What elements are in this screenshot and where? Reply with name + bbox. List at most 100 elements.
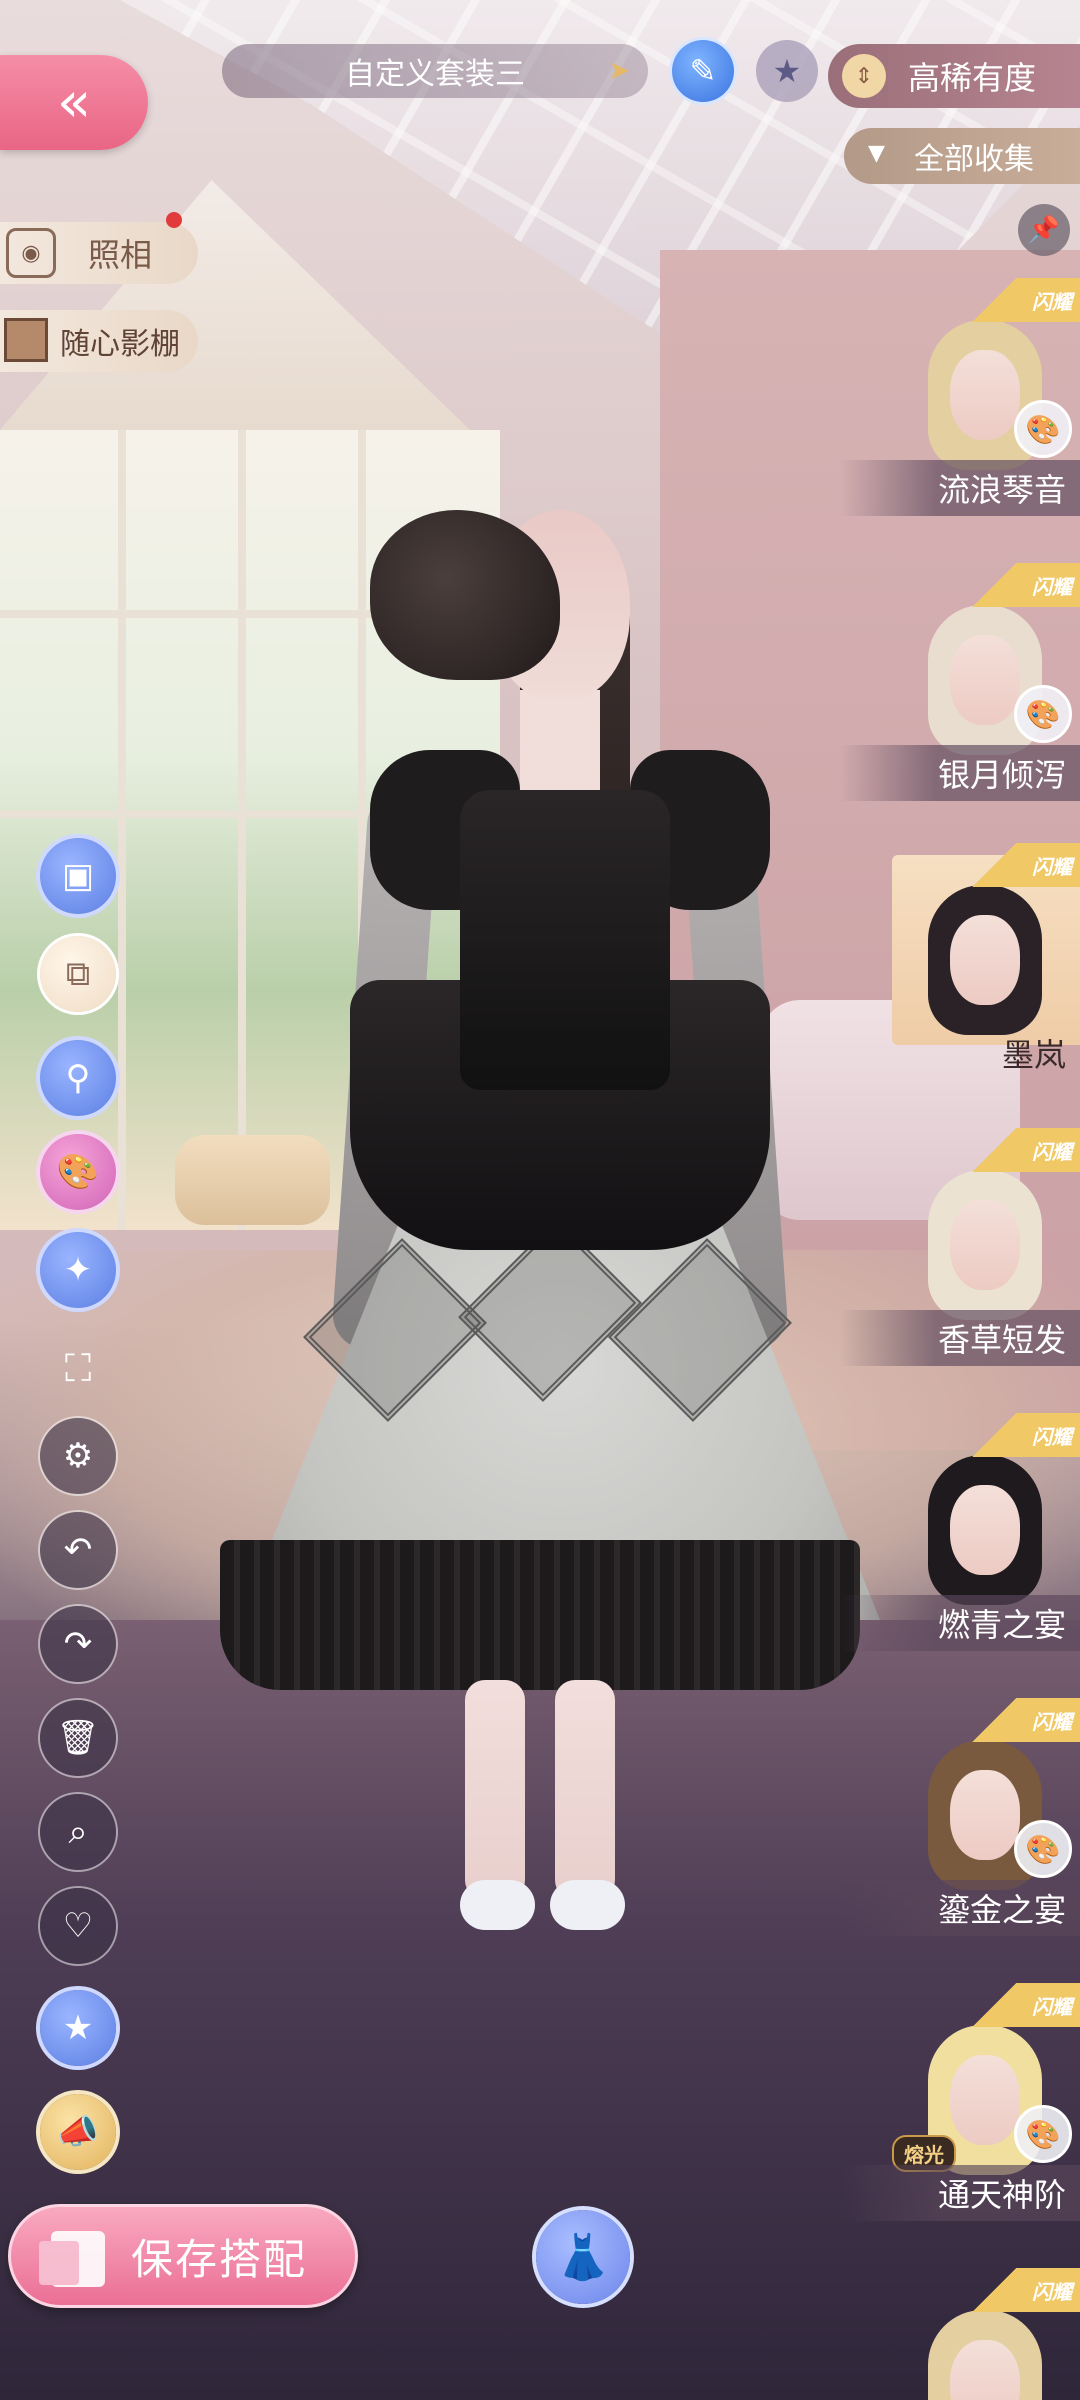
effect-tool-button[interactable]: ✦ bbox=[40, 1232, 116, 1308]
trash-icon: 🗑 bbox=[56, 1718, 100, 1758]
collection-filter-button[interactable]: ▼ 全部收集 bbox=[844, 128, 1080, 184]
hair-item-name: 鎏金之宴 bbox=[840, 1880, 1080, 1936]
outfit-name: 自定义套装三 bbox=[345, 57, 525, 92]
studio-button[interactable]: 随心影棚 bbox=[0, 310, 198, 372]
search-button[interactable]: ⌕ bbox=[40, 1794, 116, 1870]
undo-button[interactable]: ↶ bbox=[40, 1512, 116, 1588]
double-chevron-left-icon: « bbox=[56, 70, 92, 135]
fullscreen-button[interactable]: ⛶ bbox=[40, 1330, 116, 1406]
pin-button[interactable]: 📌 bbox=[1018, 204, 1070, 256]
hair-thumbnail-face bbox=[950, 1770, 1020, 1860]
star-badge-icon: ★ bbox=[62, 2008, 94, 2048]
palette-icon: 🎨 bbox=[1025, 2117, 1061, 2151]
left-slipper bbox=[460, 1880, 535, 1930]
hair-thumbnail-face bbox=[950, 1200, 1020, 1290]
dye-palette-button[interactable]: 🎨 bbox=[1014, 400, 1072, 458]
hair-item[interactable]: 闪耀墨岚 bbox=[840, 843, 1080, 1085]
hair-item[interactable]: 闪耀 🎨 流浪琴音 bbox=[840, 278, 1080, 520]
like-button[interactable]: ♡ bbox=[40, 1888, 116, 1964]
character-neck bbox=[520, 690, 600, 800]
delete-button[interactable]: 🗑 bbox=[40, 1700, 116, 1776]
shine-badge: 闪耀 bbox=[970, 278, 1080, 322]
dye-palette-button[interactable]: 🎨 bbox=[1014, 1820, 1072, 1878]
dye-tool-button[interactable]: 🎨 bbox=[40, 1134, 116, 1210]
redo-icon: ↷ bbox=[63, 1624, 93, 1664]
shine-badge: 闪耀 bbox=[970, 1698, 1080, 1742]
undo-icon: ↶ bbox=[63, 1530, 93, 1570]
save-outfit-button[interactable]: 保存搭配 bbox=[8, 2204, 358, 2308]
hair-thumbnail-face bbox=[950, 350, 1020, 440]
photo-button[interactable]: ◉ 照相 bbox=[0, 212, 198, 284]
back-button[interactable]: « bbox=[0, 55, 148, 150]
announce-button[interactable]: 📣 bbox=[40, 2094, 116, 2170]
character-model[interactable] bbox=[220, 500, 880, 1960]
magnify-swap-icon: ⚲ bbox=[65, 1058, 91, 1098]
wardrobe-icon: ▣ bbox=[61, 856, 95, 896]
wardrobe-tool-button[interactable]: ▣ bbox=[40, 838, 116, 914]
hair-item[interactable]: 闪耀 🎨 熔光 通天神阶 bbox=[840, 1983, 1080, 2225]
shine-badge: 闪耀 bbox=[970, 2268, 1080, 2312]
hair-thumbnail bbox=[910, 1150, 1060, 1320]
star-icon: ★ bbox=[772, 52, 802, 90]
arch-window bbox=[0, 180, 470, 430]
gear-icon: ⚙ bbox=[62, 1436, 94, 1476]
camera-icon: ◉ bbox=[6, 228, 56, 278]
rename-button[interactable]: ✎ bbox=[672, 40, 734, 102]
shine-badge: 闪耀 bbox=[970, 1983, 1080, 2027]
hair-item-name: 通天神阶 bbox=[840, 2165, 1080, 2221]
hair-item[interactable]: 闪耀燃青之宴 bbox=[840, 1413, 1080, 1655]
arrow-right-icon: ➤ bbox=[608, 56, 630, 86]
star-rating-button[interactable]: ★ bbox=[40, 1990, 116, 2066]
settings-button[interactable]: ⚙ bbox=[40, 1418, 116, 1494]
sort-arrows-icon: ⇕ bbox=[842, 54, 886, 98]
hair-thumbnail-face bbox=[950, 635, 1020, 725]
pencil-icon: ✎ bbox=[689, 52, 717, 90]
dye-palette-button[interactable]: 🎨 bbox=[1014, 685, 1072, 743]
shine-badge: 闪耀 bbox=[970, 1413, 1080, 1457]
hair-item-name: 香草短发 bbox=[840, 1310, 1080, 1366]
hair-thumbnail-face bbox=[950, 1485, 1020, 1575]
hair-item-name: 流浪琴音 bbox=[840, 460, 1080, 516]
outfit-detail-button[interactable]: 👗 bbox=[536, 2210, 630, 2304]
palette-icon: 🎨 bbox=[56, 1152, 100, 1192]
hair-item[interactable]: 闪耀 🎨 银月倾泻 bbox=[840, 563, 1080, 805]
hair-item[interactable]: 闪耀 🎨 鎏金之宴 bbox=[840, 1698, 1080, 1940]
studio-label: 随心影棚 bbox=[60, 327, 180, 362]
black-bodice bbox=[460, 790, 670, 1090]
dress-icon: 👗 bbox=[555, 2232, 611, 2283]
right-slipper bbox=[550, 1880, 625, 1930]
search-icon: ⌕ bbox=[68, 1812, 88, 1852]
collection-filter-label: 全部收集 bbox=[914, 142, 1034, 177]
outfit-name-pill[interactable]: 自定义套装三 ➤ bbox=[222, 44, 648, 98]
palette-icon: 🎨 bbox=[1025, 412, 1061, 446]
hair-item-name: 燃青之宴 bbox=[840, 1595, 1080, 1651]
character-left-leg bbox=[465, 1680, 525, 1900]
hair-item[interactable]: 闪耀 bbox=[840, 2268, 1080, 2400]
rarity-sort-button[interactable]: ⇕ 高稀有度 bbox=[828, 44, 1080, 108]
favorite-button[interactable]: ★ bbox=[756, 40, 818, 102]
cards-icon bbox=[39, 2231, 105, 2287]
shine-badge: 闪耀 bbox=[970, 843, 1080, 887]
dye-palette-button[interactable]: 🎨 bbox=[1014, 2105, 1072, 2163]
shine-badge: 闪耀 bbox=[970, 563, 1080, 607]
photo-label: 照相 bbox=[88, 236, 153, 274]
search-swap-tool-button[interactable]: ⚲ bbox=[40, 1040, 116, 1116]
palette-icon: 🎨 bbox=[1025, 1832, 1061, 1866]
layer-tool-button[interactable]: ⧉ bbox=[40, 936, 116, 1012]
hair-item-name: 墨岚 bbox=[1001, 1036, 1066, 1074]
megaphone-icon: 📣 bbox=[56, 2112, 100, 2152]
triangle-down-icon: ▼ bbox=[868, 141, 885, 166]
hair-item-name: 银月倾泻 bbox=[840, 745, 1080, 801]
black-ruffle-hem bbox=[220, 1540, 860, 1690]
heart-icon: ♡ bbox=[62, 1906, 94, 1946]
redo-button[interactable]: ↷ bbox=[40, 1606, 116, 1682]
hair-item[interactable]: 闪耀 香草短发 bbox=[840, 1128, 1080, 1370]
pin-icon: 📌 bbox=[1027, 215, 1061, 245]
hair-thumbnail-face bbox=[950, 915, 1020, 1005]
box-icon bbox=[4, 318, 48, 362]
notification-dot bbox=[166, 212, 182, 228]
hair-thumbnail bbox=[910, 1435, 1060, 1605]
fullscreen-icon: ⛶ bbox=[64, 1345, 92, 1390]
layers-icon: ⧉ bbox=[65, 954, 91, 994]
hair-thumbnail bbox=[910, 865, 1060, 1035]
